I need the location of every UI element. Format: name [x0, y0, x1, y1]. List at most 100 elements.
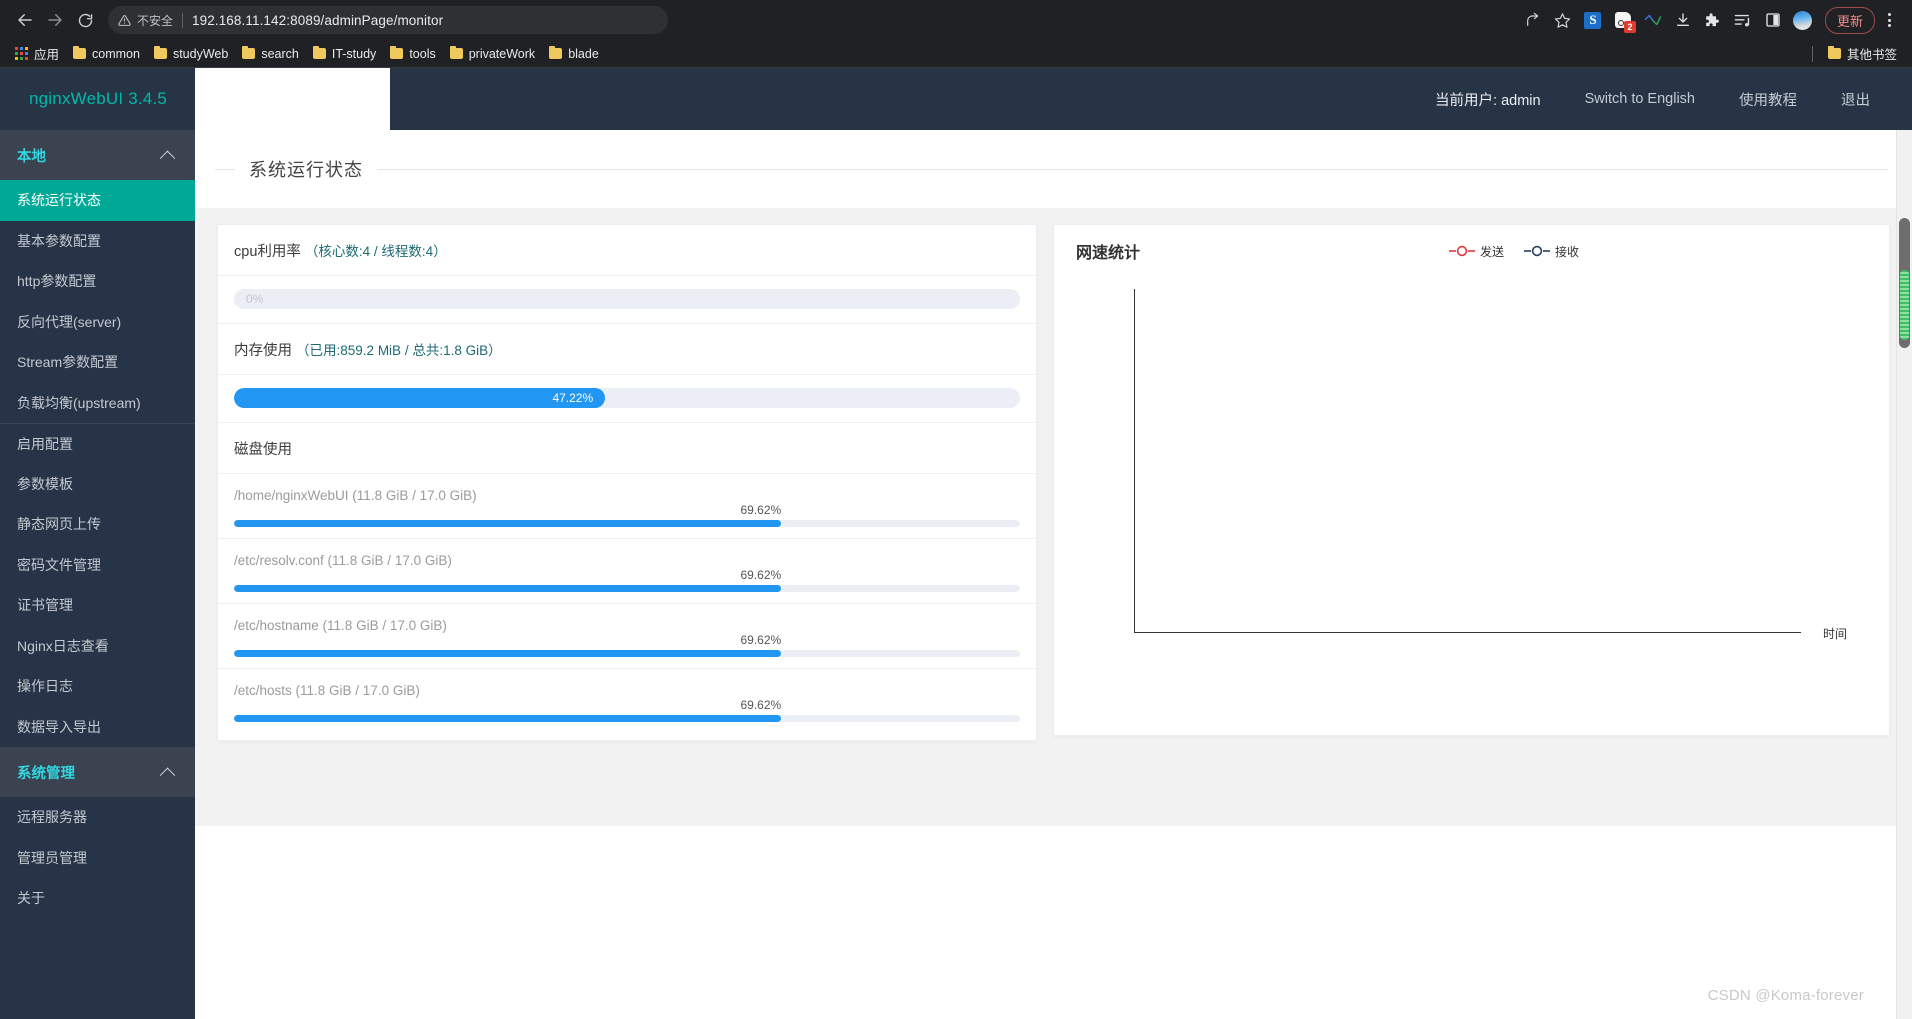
sidebar-item-basic-params[interactable]: 基本参数配置: [0, 220, 195, 261]
reading-list-icon[interactable]: [1729, 6, 1757, 34]
disk-percent-label: 69.62%: [740, 633, 782, 647]
sidebar-item-remote-server[interactable]: 远程服务器: [0, 797, 195, 838]
url-host: 192.168.11.142: [192, 12, 287, 28]
disk-percent-label: 69.62%: [740, 503, 782, 517]
sidebar-item-system-status[interactable]: 系统运行状态: [0, 180, 195, 221]
folder-icon: [153, 46, 167, 59]
address-bar[interactable]: 不安全 192.168.11.142:8089/adminPage/monito…: [108, 6, 668, 34]
sidebar-group-local[interactable]: 本地: [0, 130, 195, 180]
folder-icon: [1827, 46, 1841, 59]
sidebar-item-label: 负载均衡(upstream): [17, 394, 141, 411]
bookmark-item[interactable]: common: [66, 44, 147, 64]
share-icon[interactable]: [1519, 6, 1547, 34]
bookmarks-divider: [1811, 45, 1813, 62]
app-brand[interactable]: nginxWebUI 3.4.5: [0, 68, 195, 130]
bookmark-apps[interactable]: 应用: [8, 41, 66, 66]
screenshot-extension-icon[interactable]: 2: [1609, 6, 1637, 34]
memory-progress-bar: 47.22%: [234, 388, 1020, 408]
chart-title: 网速统计: [1076, 245, 1141, 262]
sidebar-item-password-files[interactable]: 密码文件管理: [0, 544, 195, 585]
bookmark-item[interactable]: blade: [542, 44, 606, 64]
network-speed-plot: 时间: [1054, 275, 1889, 695]
folder-icon: [312, 46, 326, 59]
bookmark-item[interactable]: studyWeb: [147, 44, 235, 64]
legend-item-send[interactable]: 发送: [1448, 243, 1504, 260]
security-status-label: 不安全: [137, 13, 174, 28]
sidebar-filler: [0, 918, 195, 1019]
other-bookmarks-button[interactable]: 其他书签: [1821, 41, 1904, 66]
chevron-up-icon: [159, 767, 176, 783]
bookmark-item[interactable]: privateWork: [443, 44, 542, 64]
sogou-extension-icon[interactable]: S: [1579, 6, 1607, 34]
app-header: 当前用户: admin Switch to English 使用教程 退出: [390, 68, 1912, 130]
sidebar-item-label: 启用配置: [17, 435, 73, 452]
sidebar-item-admin-management[interactable]: 管理员管理: [0, 837, 195, 878]
bookmark-item[interactable]: tools: [383, 44, 442, 64]
sidebar-item-nginx-logs[interactable]: Nginx日志查看: [0, 625, 195, 666]
split-view-icon[interactable]: [1759, 6, 1787, 34]
sidebar-item-data-import-export[interactable]: 数据导入导出: [0, 706, 195, 747]
sidebar-item-label: http参数配置: [17, 273, 97, 290]
bookmarks-overflow: 其他书签: [1811, 41, 1904, 66]
tutorial-link[interactable]: 使用教程: [1739, 89, 1797, 110]
chrome-menu-icon[interactable]: [1878, 7, 1900, 33]
disk-progress-fill: [234, 650, 782, 657]
bookmark-label: blade: [568, 46, 599, 61]
chevron-up-icon: [159, 150, 176, 166]
sidebar-item-static-upload[interactable]: 静态网页上传: [0, 504, 195, 545]
folder-icon: [549, 46, 563, 59]
sidebar-item-label: 基本参数配置: [17, 232, 101, 249]
sidebar-item-label: 管理员管理: [17, 849, 87, 866]
cpu-detail: （核心数:4 / 线程数:4）: [304, 244, 447, 259]
bookmark-item[interactable]: search: [235, 44, 306, 64]
network-speed-chart-card: 网速统计 发送 接收 时间: [1053, 224, 1890, 736]
forward-arrow-icon[interactable]: [40, 5, 70, 35]
puzzle-extension-icon[interactable]: [1699, 6, 1727, 34]
update-button[interactable]: 更新: [1824, 6, 1875, 34]
sidebar-item-param-template[interactable]: 参数模板: [0, 463, 195, 504]
sidebar-group-system[interactable]: 系统管理: [0, 747, 195, 797]
sidebar: nginxWebUI 3.4.5 本地 系统运行状态 基本参数配置 http参数…: [0, 68, 195, 1019]
page-scrollbar[interactable]: [1896, 68, 1912, 1019]
memory-detail: （已用:859.2 MiB / 总共:1.8 GiB）: [296, 343, 502, 358]
cpu-percent-label: 0%: [246, 292, 264, 306]
logout-link[interactable]: 退出: [1841, 89, 1870, 110]
toolbar-right-icons: S 2 更新: [1519, 6, 1902, 34]
sidebar-item-stream-params[interactable]: Stream参数配置: [0, 342, 195, 383]
legend-item-receive[interactable]: 接收: [1523, 243, 1579, 260]
sidebar-item-reverse-proxy[interactable]: 反向代理(server): [0, 301, 195, 342]
sidebar-item-upstream[interactable]: 负载均衡(upstream): [0, 382, 195, 423]
bookmark-item[interactable]: IT-study: [306, 44, 383, 64]
cpu-label: cpu利用率: [234, 244, 301, 260]
disk-item: /home/nginxWebUI (11.8 GiB / 17.0 GiB) 6…: [218, 474, 1036, 539]
scrollbar-thumb[interactable]: [1899, 218, 1910, 348]
bookmark-label: tools: [409, 46, 436, 61]
application-viewport: nginxWebUI 3.4.5 本地 系统运行状态 基本参数配置 http参数…: [0, 68, 1912, 1019]
sidebar-item-cert-management[interactable]: 证书管理: [0, 585, 195, 626]
switch-language-link[interactable]: Switch to English: [1585, 91, 1695, 107]
tampermonkey-icon[interactable]: [1639, 6, 1667, 34]
folder-icon: [390, 46, 404, 59]
star-icon[interactable]: [1549, 6, 1577, 34]
profile-avatar[interactable]: [1789, 6, 1817, 34]
sidebar-group-system-label: 系统管理: [17, 765, 75, 782]
content-area: 当前用户: admin Switch to English 使用教程 退出 系统…: [195, 68, 1912, 1019]
download-icon[interactable]: [1669, 6, 1697, 34]
bookmark-label: common: [92, 46, 140, 61]
sidebar-item-label: Stream参数配置: [17, 354, 119, 371]
legend-marker-receive-icon: [1523, 245, 1550, 257]
reload-icon[interactable]: [70, 5, 100, 35]
disk-progress-bar: [234, 520, 1020, 527]
monitor-panels: cpu利用率 （核心数:4 / 线程数:4） 0% 内存使用 （已用:859.2…: [195, 208, 1912, 826]
url-path: :8089/adminPage/monitor: [286, 12, 444, 28]
sidebar-item-enable-config[interactable]: 启用配置: [0, 423, 195, 464]
sidebar-item-label: 反向代理(server): [17, 313, 122, 330]
cpu-bar-row: 0%: [218, 276, 1036, 324]
sidebar-item-http-params[interactable]: http参数配置: [0, 261, 195, 302]
disk-progress-fill: [234, 520, 782, 527]
sidebar-item-about[interactable]: 关于: [0, 878, 195, 919]
sidebar-item-label: 数据导入导出: [17, 718, 101, 735]
memory-progress-fill: 47.22%: [234, 388, 606, 408]
back-arrow-icon[interactable]: [10, 5, 40, 35]
sidebar-item-operation-logs[interactable]: 操作日志: [0, 666, 195, 707]
